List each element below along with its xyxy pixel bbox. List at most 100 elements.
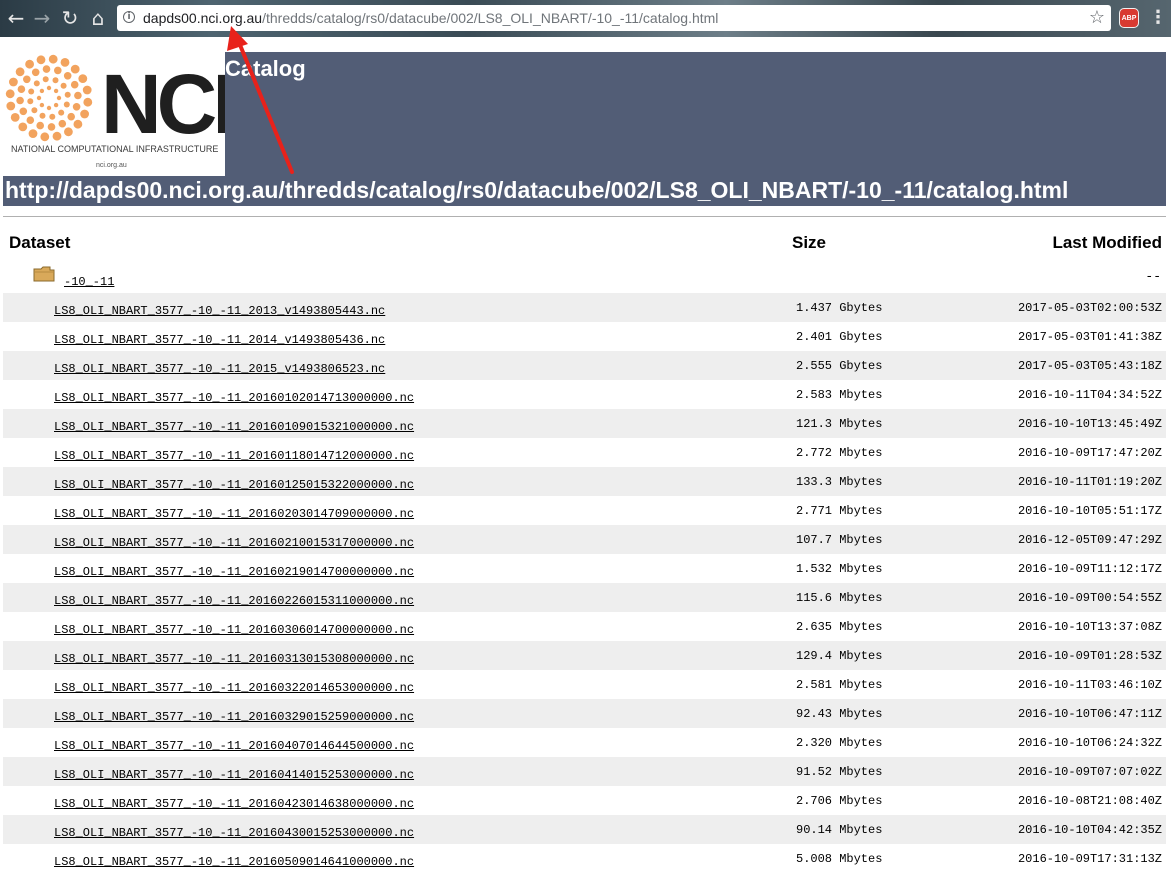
table-row: LS8_OLI_NBART_3577_-10_-11_2016031301530… [3,641,1166,670]
dataset-last-modified: 2016-10-09T17:31:13Z [1017,852,1162,866]
dataset-link[interactable]: LS8_OLI_NBART_3577_-10_-11_2016043001525… [54,826,414,840]
dataset-last-modified: 2016-10-10T13:37:08Z [1017,620,1162,634]
dataset-size: 2.706 Mbytes [796,794,883,808]
dataset-last-modified: 2016-10-09T07:07:02Z [1017,765,1162,779]
page-title: Catalog [225,56,306,81]
reload-icon[interactable]: ↻ [58,6,82,30]
back-arrow-icon[interactable]: ← [4,6,28,30]
dataset-last-modified: 2016-10-10T06:24:32Z [1017,736,1162,750]
dataset-size: 90.14 Mbytes [796,823,883,837]
dataset-link[interactable]: LS8_OLI_NBART_3577_-10_-11_2016022601531… [54,594,414,608]
dataset-last-modified: 2017-05-03T02:00:53Z [1017,301,1162,315]
dataset-link[interactable]: LS8_OLI_NBART_3577_-10_-11_2016010901532… [54,420,414,434]
dataset-link[interactable]: LS8_OLI_NBART_3577_-10_-11_2016021901470… [54,565,414,579]
forward-arrow-icon[interactable]: → [30,6,54,30]
dataset-link[interactable]: LS8_OLI_NBART_3577_-10_-11_2016032201465… [54,681,414,695]
dataset-link[interactable]: LS8_OLI_NBART_3577_-10_-11_2016021001531… [54,536,414,550]
dataset-size: 2.555 Gbytes [796,359,883,373]
browser-menu-icon[interactable]: ⋮ [1149,7,1167,28]
dataset-size: 133.3 Mbytes [796,475,883,489]
dataset-last-modified: 2016-10-10T04:42:35Z [1017,823,1162,837]
table-row: LS8_OLI_NBART_3577_-10_-11_2016050901464… [3,844,1166,873]
dataset-size: 121.3 Mbytes [796,417,883,431]
dataset-last-modified: 2016-10-10T13:45:49Z [1017,417,1162,431]
dataset-link[interactable]: LS8_OLI_NBART_3577_-10_-11_2016010201471… [54,391,414,405]
table-row: LS8_OLI_NBART_3577_-10_-11_2016010201471… [3,380,1166,409]
dataset-link[interactable]: LS8_OLI_NBART_3577_-10_-11_2016041401525… [54,768,414,782]
logo-tagline: NATIONAL COMPUTATIONAL INFRASTRUCTURE [11,144,219,154]
home-icon[interactable]: ⌂ [86,6,110,30]
dataset-link[interactable]: LS8_OLI_NBART_3577_-10_-11_2013_v1493805… [54,304,385,318]
table-row: LS8_OLI_NBART_3577_-10_-11_2016032201465… [3,670,1166,699]
folder-icon[interactable] [33,266,55,282]
dataset-link[interactable]: LS8_OLI_NBART_3577_-10_-11_2016032901525… [54,710,414,724]
dataset-size: 92.43 Mbytes [796,707,883,721]
dataset-link[interactable]: LS8_OLI_NBART_3577_-10_-11_2016050901464… [54,855,414,869]
dataset-size: 2.320 Mbytes [796,736,883,750]
url-path: /thredds/catalog/rs0/datacube/002/LS8_OL… [262,10,719,26]
dataset-link[interactable]: LS8_OLI_NBART_3577_-10_-11_2016011801471… [54,449,414,463]
table-row: LS8_OLI_NBART_3577_-10_-11_2016022601531… [3,583,1166,612]
catalog-banner: Catalog [225,52,1166,176]
dataset-size: 1.437 Gbytes [796,301,883,315]
nci-logo[interactable]: NCI NATIONAL COMPUTATIONAL INFRASTRUCTUR… [3,52,236,176]
catalog-url-text: http://dapds00.nci.org.au/thredds/catalo… [5,177,1069,203]
folder-link[interactable]: -10_-11 [64,275,114,289]
address-bar[interactable]: i dapds00.nci.org.au/thredds/catalog/rs0… [117,5,1111,31]
dataset-size: 1.532 Mbytes [796,562,883,576]
catalog-url-heading: http://dapds00.nci.org.au/thredds/catalo… [3,176,1166,206]
url-text[interactable]: dapds00.nci.org.au/thredds/catalog/rs0/d… [143,10,718,26]
dataset-size: 2.772 Mbytes [796,446,883,460]
logo-brand-text: NCI [101,57,236,151]
dataset-link[interactable]: LS8_OLI_NBART_3577_-10_-11_2016040701464… [54,739,414,753]
header-divider [3,216,1166,217]
dataset-size: 2.583 Mbytes [796,388,883,402]
column-header-dataset: Dataset [9,233,71,252]
dataset-link[interactable]: LS8_OLI_NBART_3577_-10_-11_2016031301530… [54,652,414,666]
table-row: LS8_OLI_NBART_3577_-10_-11_2016021001531… [3,525,1166,554]
dataset-size: 91.52 Mbytes [796,765,883,779]
table-row: LS8_OLI_NBART_3577_-10_-11_2016032901525… [3,699,1166,728]
dataset-last-modified: 2017-05-03T05:43:18Z [1017,359,1162,373]
dataset-size: 129.4 Mbytes [796,649,883,663]
browser-toolbar: ← → ↻ ⌂ i dapds00.nci.org.au/thredds/cat… [0,0,1171,37]
url-host: dapds00.nci.org.au [143,10,263,26]
table-row: LS8_OLI_NBART_3577_-10_-11_2016020301470… [3,496,1166,525]
dataset-link[interactable]: LS8_OLI_NBART_3577_-10_-11_2016030601470… [54,623,414,637]
dataset-link[interactable]: LS8_OLI_NBART_3577_-10_-11_2016012501532… [54,478,414,492]
dataset-size: 5.008 Mbytes [796,852,883,866]
dataset-size: 115.6 Mbytes [796,591,883,605]
dataset-size: 2.581 Mbytes [796,678,883,692]
bookmark-star-icon[interactable]: ☆ [1089,7,1105,28]
dataset-link[interactable]: LS8_OLI_NBART_3577_-10_-11_2015_v1493806… [54,362,385,376]
dataset-last-modified: 2016-10-09T01:28:53Z [1017,649,1162,663]
table-row: LS8_OLI_NBART_3577_-10_-11_2013_v1493805… [3,293,1166,322]
dataset-last-modified: 2016-10-10T06:47:11Z [1017,707,1162,721]
folder-last-modified: -- [1145,269,1161,284]
table-row: LS8_OLI_NBART_3577_-10_-11_2016040701464… [3,728,1166,757]
dataset-table-body: LS8_OLI_NBART_3577_-10_-11_2013_v1493805… [3,293,1166,873]
dataset-link[interactable]: LS8_OLI_NBART_3577_-10_-11_2016042301463… [54,797,414,811]
table-row: LS8_OLI_NBART_3577_-10_-11_2016011801471… [3,438,1166,467]
column-header-last-modified: Last Modified [1052,233,1162,252]
table-row: LS8_OLI_NBART_3577_-10_-11_2015_v1493806… [3,351,1166,380]
table-row: LS8_OLI_NBART_3577_-10_-11_2016012501532… [3,467,1166,496]
logo-site: nci.org.au [96,162,127,169]
dataset-size: 2.771 Mbytes [796,504,883,518]
info-icon[interactable]: i [123,11,135,23]
dataset-last-modified: 2017-05-03T01:41:38Z [1017,330,1162,344]
sunburst-logo-icon [5,54,93,142]
table-row: LS8_OLI_NBART_3577_-10_-11_2016021901470… [3,554,1166,583]
dataset-last-modified: 2016-10-09T00:54:55Z [1017,591,1162,605]
table-row: LS8_OLI_NBART_3577_-10_-11_2016010901532… [3,409,1166,438]
dataset-last-modified: 2016-12-05T09:47:29Z [1017,533,1162,547]
adblock-badge-label: ABP [1121,14,1137,22]
adblock-extension-icon[interactable]: ABP [1119,8,1139,28]
column-header-size: Size [792,233,827,252]
dataset-size: 2.401 Gbytes [796,330,883,344]
dataset-size: 2.635 Mbytes [796,620,883,634]
dataset-link[interactable]: LS8_OLI_NBART_3577_-10_-11_2016020301470… [54,507,414,521]
dataset-link[interactable]: LS8_OLI_NBART_3577_-10_-11_2014_v1493805… [54,333,385,347]
table-row: LS8_OLI_NBART_3577_-10_-11_2016041401525… [3,757,1166,786]
dataset-last-modified: 2016-10-11T01:19:20Z [1017,475,1162,489]
